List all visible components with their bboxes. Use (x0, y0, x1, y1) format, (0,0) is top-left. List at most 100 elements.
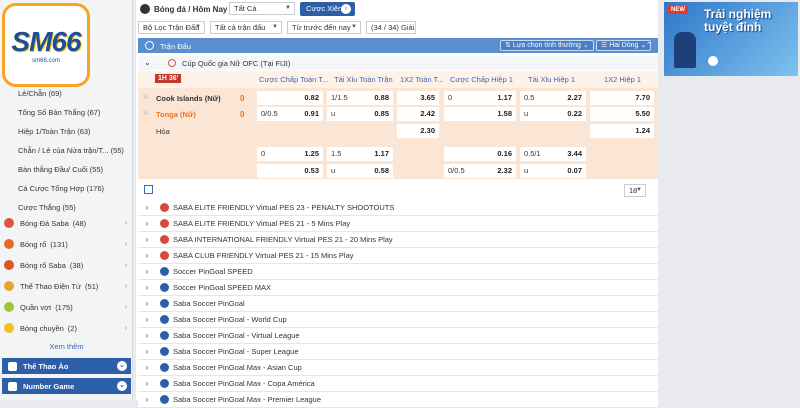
sort-select[interactable]: Từ trước đến nay ▼ (287, 21, 361, 34)
section-virtual-sports[interactable]: Thể Thao Ảo ⌄ (2, 358, 131, 374)
league-list-item[interactable]: › Soccer PinGoal SPEED MAX (138, 280, 658, 296)
league-flag-icon (160, 219, 169, 228)
page-size-select[interactable]: 18 ▼ (624, 184, 646, 197)
league-list-item[interactable]: › Soccer PinGoal SPEED (138, 264, 658, 280)
league-list-item[interactable]: › SABA ELITE FRIENDLY Virtual PES 23 - PE… (138, 200, 658, 216)
match-time-badge: 1H 36' (155, 74, 182, 83)
sidebar-bet-type-item[interactable]: Lẻ/Chẵn (69) (18, 89, 62, 98)
odds-value: 0.58 (374, 166, 389, 175)
league-row[interactable]: ⌄ Cúp Quốc gia Nữ OFC (Tại FIJI) (138, 56, 658, 70)
collapse-icon[interactable]: ⌃ (646, 41, 652, 49)
league-list-item[interactable]: › Saba Soccer PinGoal - World Cup (138, 312, 658, 328)
select-value: Hai Dòng (609, 42, 639, 49)
col-header: Tài Xỉu Hiệp 1 (528, 75, 576, 84)
odds-cell[interactable]: 3.65 (397, 91, 439, 105)
sidebar-sport-item[interactable]: Bóng chuyền (2) › (4, 323, 129, 333)
sidebar-bet-type-item[interactable]: Tổng Số Bàn Thắng (67) (18, 108, 100, 117)
league-list-item[interactable]: › Saba Soccer PinGoal - Super League (138, 344, 658, 360)
odds-cell[interactable]: 0 1.25 (257, 147, 323, 161)
odds-cell[interactable]: 0/0.5 0.91 (257, 107, 323, 121)
league-list-item[interactable]: › SABA ELITE FRIENDLY Virtual PES 21 - 5 … (138, 216, 658, 232)
league-count-select[interactable]: (34 / 34) Giải (366, 21, 416, 34)
draw-label: Hòa (156, 127, 170, 136)
odds-cell[interactable]: 0/0.5 2.32 (444, 164, 516, 178)
sidebar-sport-item[interactable]: Bóng rổ Saba (38) › (4, 260, 129, 270)
odds-cell[interactable]: 1.58 (444, 107, 516, 121)
odds-cell[interactable]: 0.5 2.27 (520, 91, 586, 105)
odds-cell[interactable]: 7.70 (590, 91, 654, 105)
favorite-star-icon[interactable]: ☆ (142, 92, 149, 101)
league-flag-icon (160, 251, 169, 260)
odds-cell[interactable]: 5.50 (590, 107, 654, 121)
col-header: Tài Xỉu Toàn Trận (334, 75, 393, 84)
odds-value: 0.85 (374, 109, 389, 118)
league-list-item[interactable]: › Saba Soccer PinGoal Max - Copa América (138, 376, 658, 392)
sport-icon (4, 239, 14, 249)
section-number-game[interactable]: Number Game ⌄ (2, 378, 131, 394)
sport-icon (4, 218, 14, 228)
sidebar-bet-type-item[interactable]: Bàn thắng Đầu/ Cuối (55) (18, 165, 103, 174)
chevron-right-icon: › (124, 240, 127, 248)
sidebar-sport-item[interactable]: Bóng Đá Saba (48) › (4, 218, 129, 228)
league-list-item[interactable]: › SABA CLUB FRIENDLY Virtual PES 21 - 15 … (138, 248, 658, 264)
odds-type-select[interactable]: ⇅ Lựa chọn tính thường ⌄ (500, 40, 594, 51)
odds-line: u (524, 166, 529, 175)
league-list-item[interactable]: › Saba Soccer PinGoal Max - Asian Cup (138, 360, 658, 376)
odds-cell[interactable]: 2.42 (397, 107, 439, 121)
sidebar-bet-type-item[interactable]: Chẵn / Lẻ của Nửa trận/T... (55) (18, 146, 124, 155)
sport-label: Thể Thao Điện Tử (20, 281, 82, 291)
chevron-right-icon: › (124, 324, 127, 332)
sport-label: Bóng rổ Saba (20, 260, 66, 270)
odds-cell[interactable]: u 0.58 (327, 164, 393, 178)
odds-cell[interactable]: 0.5/1 3.44 (520, 147, 586, 161)
odds-cell[interactable]: 2.30 (397, 124, 439, 138)
odds-cell[interactable]: 1.24 (590, 124, 654, 138)
league-list-item[interactable]: › Saba Soccer PinGoal Max - Premier Leagu… (138, 392, 658, 408)
show-more-link[interactable]: Xem thêm (0, 342, 133, 351)
sport-label: Bóng chuyền (20, 323, 64, 333)
match-type-select[interactable]: Tất cả trận đấu ▼ (210, 21, 282, 34)
sport-count: (131) (50, 239, 68, 249)
odds-line: 0 (261, 149, 266, 158)
odds-cell[interactable]: 0.82 (257, 91, 323, 105)
odds-cell[interactable]: u 0.07 (520, 164, 586, 178)
league-list-item[interactable]: › Saba Soccer PinGoal (138, 296, 658, 312)
match-filter-select[interactable]: Bộ Lọc Trận Đấu ▼ (138, 21, 205, 34)
brand-logo[interactable]: SM66 sm66.com (2, 3, 90, 87)
odds-value: 3.65 (420, 93, 435, 102)
sidebar-sport-item[interactable]: Bóng rổ (131) › (4, 239, 129, 249)
sidebar-bet-type-item[interactable]: Cá Cược Tổng Hợp (176) (18, 184, 104, 193)
parlay-button[interactable]: Cược Xiên › (300, 2, 355, 16)
league-list-item[interactable]: › Saba Soccer PinGoal - Virtual League (138, 328, 658, 344)
chevron-down-icon: ⌄ (117, 381, 127, 391)
sidebar-bet-type-item[interactable]: Hiệp 1/Toàn Trận (63) (18, 127, 91, 136)
sidebar-bet-type-item[interactable]: Cược Thắng (55) (18, 203, 76, 212)
league-name: Soccer PinGoal SPEED (173, 267, 253, 276)
promo-banner[interactable]: NEW Trải nghiệm tuyệt đỉnh (664, 2, 798, 76)
display-mode-select[interactable]: ☰ Hai Dòng ⌄ (596, 40, 652, 51)
odds-cell[interactable]: 0.16 (444, 147, 516, 161)
soccer-ball-icon (140, 4, 150, 14)
odds-cell[interactable]: 0 1.17 (444, 91, 516, 105)
odds-cell[interactable]: u 0.22 (520, 107, 586, 121)
favorite-star-icon[interactable]: ☆ (142, 108, 149, 117)
league-flag-icon (160, 347, 169, 356)
clock-icon (145, 41, 154, 50)
filter-all-select[interactable]: Tất Cả ▼ (229, 2, 295, 15)
odds-cell[interactable]: 1.5 1.17 (327, 147, 393, 161)
away-score: 0 (240, 110, 245, 119)
odds-cell[interactable]: 0.53 (257, 164, 323, 178)
player-figure (674, 32, 696, 68)
odds-cell[interactable]: u 0.85 (327, 107, 393, 121)
league-list-item[interactable]: › SABA INTERNATIONAL FRIENDLY Virtual PES… (138, 232, 658, 248)
odds-cell[interactable]: 1/1.5 0.88 (327, 91, 393, 105)
odds-value: 0.16 (497, 149, 512, 158)
chevron-down-icon: ▼ (272, 24, 278, 30)
sidebar-sport-item[interactable]: Quần vợt (175) › (4, 302, 129, 312)
list-toggle-icon[interactable] (144, 185, 153, 194)
sidebar-sport-item[interactable]: Thể Thao Điện Tử (51) › (4, 281, 129, 291)
league-flag-icon (160, 379, 169, 388)
odds-value: 2.42 (420, 109, 435, 118)
odds-line: 0/0.5 (261, 109, 278, 118)
odds-value: 1.17 (374, 149, 389, 158)
